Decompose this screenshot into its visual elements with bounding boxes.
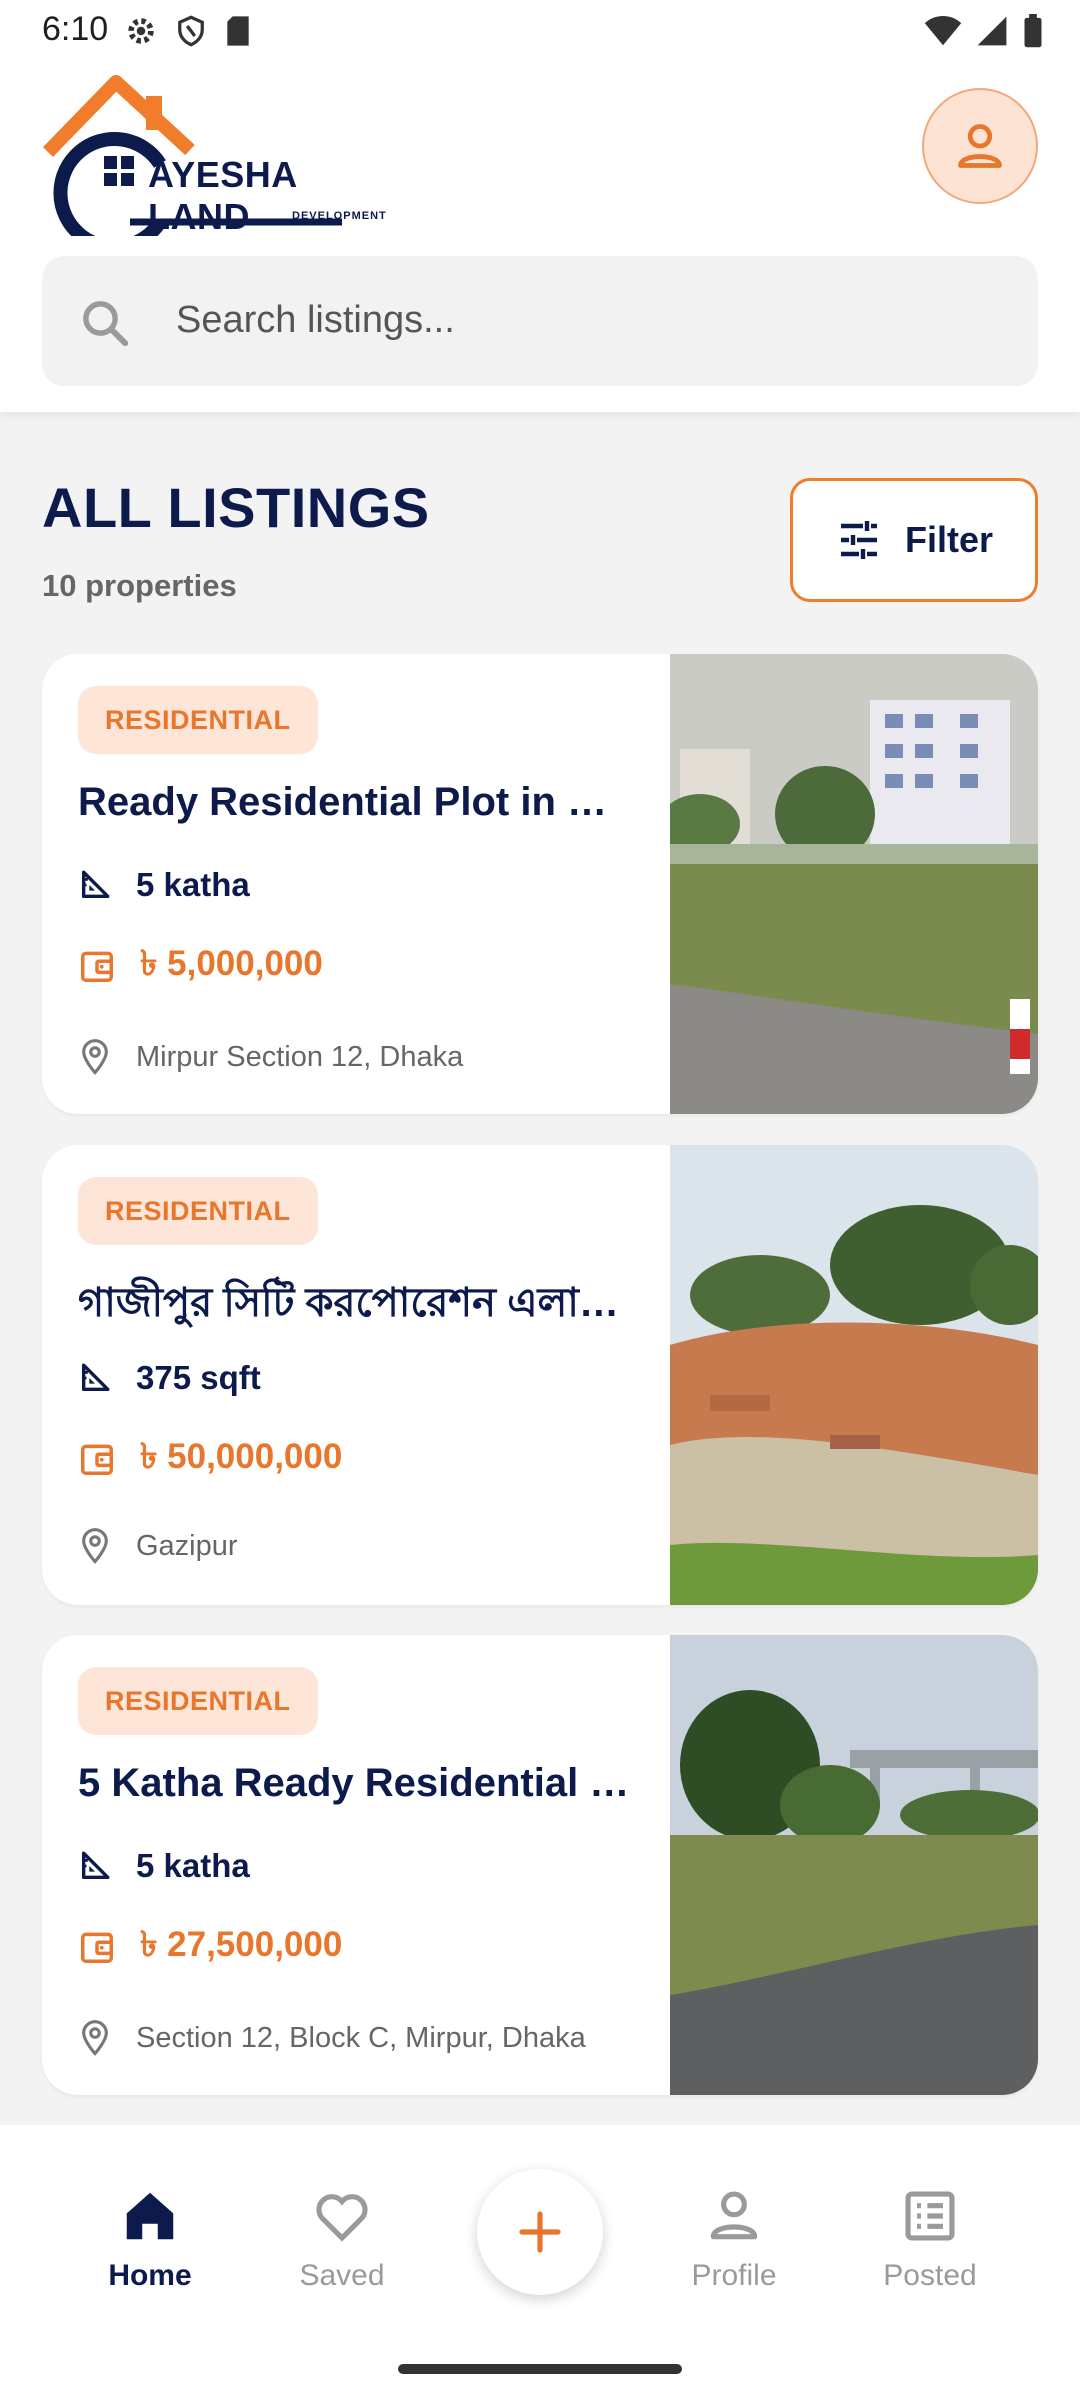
wallet-icon [81, 1932, 113, 1963]
listing-card[interactable]: RESIDENTIAL Ready Residential Plot in Mi… [42, 654, 1038, 1114]
price-row: ৳ 27,500,000 [78, 1917, 342, 1976]
nav-posted-label: Posted [883, 2259, 977, 2292]
list-icon [905, 2191, 955, 2241]
size-row: 5 katha [78, 866, 250, 904]
brand-tagline: DEVELOPMENT [292, 210, 387, 222]
filter-label: Filter [904, 519, 993, 560]
listing-price: ৳ 50,000,000 [140, 1437, 343, 1476]
status-icons-left [124, 14, 252, 48]
wifi-icon [924, 15, 962, 46]
nav-saved[interactable]: Saved [262, 2185, 422, 2293]
wallet-icon [81, 1444, 113, 1475]
size-row: 375 sqft [78, 1359, 261, 1397]
listing-title: Ready Residential Plot in Mirpur Section… [78, 780, 638, 824]
listing-photo [670, 654, 1038, 1114]
status-time: 6:10 [42, 10, 109, 48]
location-row: Gazipur [78, 1527, 238, 1565]
listing-photo [670, 1635, 1038, 2095]
listing-size: 375 sqft [136, 1359, 261, 1396]
brand-logo: AYESHA LAND DEVELOPMENT [42, 66, 402, 237]
price-row: ৳ 50,000,000 [78, 1429, 342, 1488]
listing-price: ৳ 27,500,000 [140, 1925, 343, 1964]
profile-button[interactable] [922, 88, 1038, 204]
nav-home[interactable]: Home [70, 2185, 230, 2293]
listing-photo [670, 1145, 1038, 1605]
location-pin-icon [82, 1528, 108, 1564]
brand-name: AYESHA LAND [148, 154, 297, 237]
nav-profile[interactable]: Profile [654, 2185, 814, 2293]
search-icon [83, 301, 129, 347]
listing-card[interactable]: RESIDENTIAL গাজীপুর সিটি করপোরেশন এলাকায… [42, 1145, 1038, 1605]
ruler-icon [81, 1851, 110, 1880]
search-input[interactable] [176, 282, 996, 358]
listing-details: RESIDENTIAL গাজীপুর সিটি করপোরেশন এলাকায… [42, 1145, 670, 1605]
cellular-signal-icon [977, 16, 1007, 46]
category-badge: RESIDENTIAL [78, 1667, 318, 1735]
app-header: AYESHA LAND DEVELOPMENT [0, 62, 1080, 412]
settings-icon [128, 18, 154, 44]
location-row: Section 12, Block C, Mirpur, Dhaka [78, 2019, 586, 2057]
ruler-icon [81, 870, 110, 899]
listing-location: Gazipur [136, 1529, 238, 1562]
page-title: ALL LISTINGS [42, 476, 430, 539]
nav-posted[interactable]: Posted [850, 2185, 1010, 2293]
listing-size: 5 katha [136, 1847, 250, 1884]
listing-title: গাজীপুর সিটি করপোরেশন এলাকায় জমি [78, 1281, 638, 1325]
shield-icon [178, 15, 204, 47]
nav-home-label: Home [108, 2259, 192, 2292]
location-pin-icon [82, 1039, 108, 1075]
location-pin-icon [82, 2020, 108, 2056]
listing-size: 5 katha [136, 866, 250, 903]
sd-card-icon [227, 16, 249, 46]
listing-details: RESIDENTIAL 5 Katha Ready Residential Pl… [42, 1635, 670, 2095]
listing-price: ৳ 5,000,000 [140, 944, 323, 983]
home-icon [126, 2192, 174, 2240]
listing-location: Section 12, Block C, Mirpur, Dhaka [136, 2021, 586, 2054]
category-badge: RESIDENTIAL [78, 686, 318, 754]
plus-icon [519, 2211, 561, 2253]
tune-icon [840, 521, 877, 559]
size-row: 5 katha [78, 1847, 250, 1885]
person-icon [958, 124, 1002, 168]
add-listing-button[interactable] [477, 2169, 603, 2295]
heart-icon [316, 2194, 368, 2242]
person-icon [710, 2191, 758, 2240]
nav-saved-label: Saved [299, 2259, 385, 2292]
listing-location: Mirpur Section 12, Dhaka [136, 1040, 464, 1073]
filter-button[interactable]: Filter [790, 478, 1038, 602]
listing-count: 10 properties [42, 568, 237, 603]
ruler-icon [81, 1363, 110, 1392]
bottom-navigation: Home Saved Profile Posted [0, 2125, 1080, 2400]
nav-profile-label: Profile [691, 2259, 777, 2292]
search-bar[interactable] [42, 256, 1038, 386]
listing-card[interactable]: RESIDENTIAL 5 Katha Ready Residential Pl… [42, 1635, 1038, 2095]
battery-icon [1024, 14, 1042, 48]
home-indicator[interactable] [398, 2364, 682, 2374]
price-row: ৳ 5,000,000 [78, 936, 323, 995]
location-row: Mirpur Section 12, Dhaka [78, 1038, 463, 1076]
listing-details: RESIDENTIAL Ready Residential Plot in Mi… [42, 654, 670, 1114]
app-screen: 6:10 AYESHA LAND DEVELOPMENT Search list… [0, 0, 1080, 2400]
status-icons-right [924, 14, 1044, 48]
wallet-icon [81, 951, 113, 982]
status-bar: 6:10 [0, 0, 1080, 62]
category-badge: RESIDENTIAL [78, 1177, 318, 1245]
listing-title: 5 Katha Ready Residential Plot [78, 1761, 638, 1805]
